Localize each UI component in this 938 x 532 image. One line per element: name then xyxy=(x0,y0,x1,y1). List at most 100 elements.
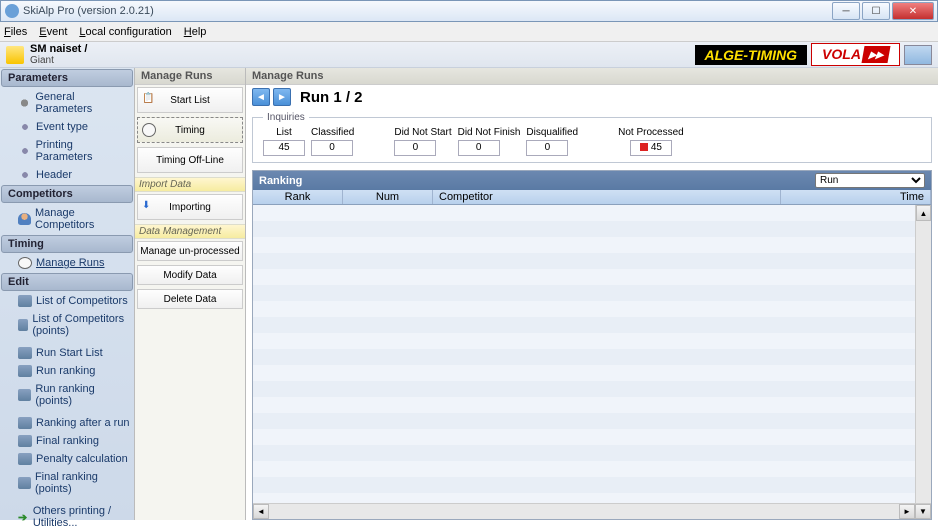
sidebar-item-header[interactable]: Header xyxy=(0,166,134,184)
sidebar-item-ranking-after-run[interactable]: Ranking after a run xyxy=(0,414,134,432)
window-titlebar: SkiAlp Pro (version 2.0.21) ─ ☐ ✕ xyxy=(0,0,938,22)
printer-icon xyxy=(18,435,32,447)
val-not-processed[interactable]: 45 xyxy=(630,140,672,156)
btn-manage-unprocessed[interactable]: Manage un-processed xyxy=(137,241,243,261)
btn-timing-offline[interactable]: Timing Off-Line xyxy=(137,147,243,173)
center-panel: Manage Runs 📋Start List Timing Timing Of… xyxy=(134,68,246,520)
brand-logo-icon xyxy=(904,45,932,65)
sidebar-item-manage-competitors[interactable]: Manage Competitors xyxy=(0,204,134,234)
val-dsq[interactable]: 0 xyxy=(526,140,568,156)
content: Manage Runs ◄ ► Run 1 / 2 Inquiries List… xyxy=(246,68,938,520)
inquiries-legend: Inquiries xyxy=(263,112,309,123)
maximize-button[interactable]: ☐ xyxy=(862,2,890,20)
printer-icon xyxy=(18,417,32,429)
ranking-columns: Rank Num Competitor Time xyxy=(253,190,931,205)
sidebar-item-event-type[interactable]: Event type xyxy=(0,118,134,136)
sidebar-item-list-competitors[interactable]: List of Competitors xyxy=(0,292,134,310)
sidebar-h-competitors: Competitors xyxy=(1,185,133,203)
dot-icon xyxy=(18,169,32,181)
col-time[interactable]: Time xyxy=(781,190,931,204)
sidebar-item-penalty-calculation[interactable]: Penalty calculation xyxy=(0,450,134,468)
app-icon xyxy=(5,4,19,18)
inquiries-fieldset: Inquiries List 45 Classified 0 Did Not Sta… xyxy=(252,112,932,163)
sidebar-h-edit: Edit xyxy=(1,273,133,291)
printer-icon xyxy=(18,389,31,401)
sidebar-item-final-ranking[interactable]: Final ranking xyxy=(0,432,134,450)
ranking-panel: Ranking Run Rank Num Competitor Time ▲ ◄… xyxy=(252,170,932,520)
sidebar-item-others-printing[interactable]: ➔Others printing / Utilities... xyxy=(0,502,134,532)
sidebar-h-timing: Timing xyxy=(1,235,133,253)
brand-vola: VOLA▸▸ xyxy=(811,43,900,66)
lbl-dsq: Disqualified xyxy=(526,127,578,138)
sidebar-item-run-start-list[interactable]: Run Start List xyxy=(0,344,134,362)
document-icon xyxy=(6,46,24,64)
printer-icon xyxy=(18,477,31,489)
ranking-title: Ranking xyxy=(259,175,302,187)
val-dns[interactable]: 0 xyxy=(394,140,436,156)
run-title: Run 1 / 2 xyxy=(300,89,363,106)
lbl-not-processed: Not Processed xyxy=(618,127,684,138)
scroll-left-icon[interactable]: ◄ xyxy=(253,504,269,519)
close-button[interactable]: ✕ xyxy=(892,2,934,20)
val-classified[interactable]: 0 xyxy=(311,140,353,156)
horizontal-scrollbar[interactable]: ◄ ► ▼ xyxy=(253,503,931,519)
window-title: SkiAlp Pro (version 2.0.21) xyxy=(23,5,832,17)
scroll-up-icon[interactable]: ▲ xyxy=(916,205,931,221)
printer-icon xyxy=(18,319,28,331)
printer-icon xyxy=(18,365,32,377)
menu-event[interactable]: Event xyxy=(39,26,67,38)
down-arrow-icon: ⬇ xyxy=(142,200,156,214)
menu-local[interactable]: Local configuration xyxy=(79,26,171,38)
sidebar-h-parameters: Parameters xyxy=(1,69,133,87)
col-competitor[interactable]: Competitor xyxy=(433,190,781,204)
user-icon xyxy=(18,213,31,225)
sidebar: Parameters General Parameters Event type… xyxy=(0,68,134,520)
lbl-dnf: Did Not Finish xyxy=(458,127,521,138)
dot-icon xyxy=(18,121,32,133)
prev-run-button[interactable]: ◄ xyxy=(252,88,270,106)
minimize-button[interactable]: ─ xyxy=(832,2,860,20)
lbl-classified: Classified xyxy=(311,127,354,138)
btn-timing[interactable]: Timing xyxy=(137,117,243,143)
scroll-right-icon[interactable]: ► xyxy=(899,504,915,519)
clock-icon xyxy=(18,257,32,269)
sidebar-item-manage-runs[interactable]: Manage Runs xyxy=(0,254,134,272)
vertical-scrollbar[interactable]: ▲ xyxy=(915,205,931,503)
import-data-h: Import Data xyxy=(135,177,245,192)
printer-icon xyxy=(18,453,32,465)
sidebar-item-final-ranking-points[interactable]: Final ranking (points) xyxy=(0,468,134,498)
ranking-body: ▲ xyxy=(253,205,931,503)
document-title: SM naiset / xyxy=(30,44,87,55)
col-num[interactable]: Num xyxy=(343,190,433,204)
lbl-dns: Did Not Start xyxy=(394,127,451,138)
data-management-h: Data Management xyxy=(135,224,245,239)
btn-start-list[interactable]: 📋Start List xyxy=(137,87,243,113)
arrow-right-icon: ➔ xyxy=(18,511,29,523)
menu-files[interactable]: Files xyxy=(4,26,27,38)
center-title: Manage Runs xyxy=(135,68,245,85)
btn-delete-data[interactable]: Delete Data xyxy=(137,289,243,309)
val-list[interactable]: 45 xyxy=(263,140,305,156)
col-rank[interactable]: Rank xyxy=(253,190,343,204)
ranking-dropdown[interactable]: Run xyxy=(815,173,925,188)
menu-help[interactable]: Help xyxy=(184,26,207,38)
content-title: Manage Runs xyxy=(246,68,938,85)
printer-icon xyxy=(18,295,32,307)
menu-bar: Files Event Local configuration Help xyxy=(0,22,938,42)
list-icon: 📋 xyxy=(142,93,156,107)
dot-icon xyxy=(18,145,32,157)
scroll-down-icon[interactable]: ▼ xyxy=(915,504,931,519)
printer-icon xyxy=(18,347,32,359)
sidebar-item-run-ranking-points[interactable]: Run ranking (points) xyxy=(0,380,134,410)
next-run-button[interactable]: ► xyxy=(273,88,291,106)
btn-modify-data[interactable]: Modify Data xyxy=(137,265,243,285)
brand-alge: ALGE-TIMING xyxy=(695,45,808,65)
lbl-list: List xyxy=(263,127,305,138)
sidebar-item-general-parameters[interactable]: General Parameters xyxy=(0,88,134,118)
clock-icon xyxy=(142,123,156,137)
sidebar-item-run-ranking[interactable]: Run ranking xyxy=(0,362,134,380)
btn-importing[interactable]: ⬇Importing xyxy=(137,194,243,220)
sidebar-item-list-competitors-points[interactable]: List of Competitors (points) xyxy=(0,310,134,340)
sidebar-item-printing-parameters[interactable]: Printing Parameters xyxy=(0,136,134,166)
val-dnf[interactable]: 0 xyxy=(458,140,500,156)
